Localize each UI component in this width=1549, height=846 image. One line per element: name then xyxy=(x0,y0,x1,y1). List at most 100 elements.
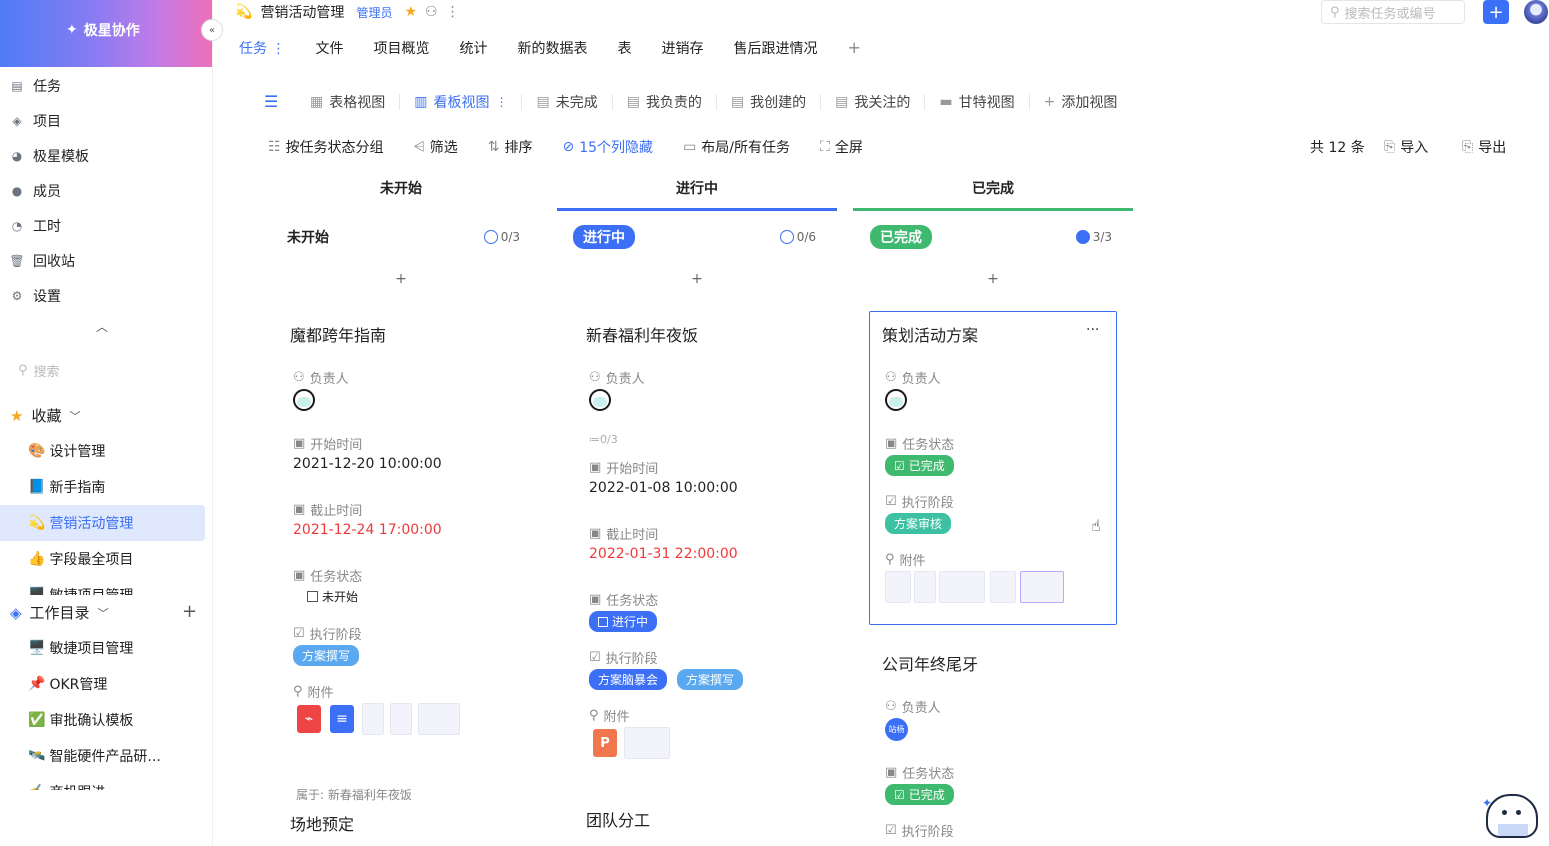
view-gantt[interactable]: ▬ 甘特视图 xyxy=(925,94,1030,111)
group-by-button[interactable]: ☷ 按任务状态分组 xyxy=(268,137,384,157)
owner-avatar[interactable] xyxy=(589,389,611,411)
members-icon[interactable]: ⚇ xyxy=(425,4,438,20)
column-header-doing[interactable]: 进行中 xyxy=(557,178,837,198)
layout-button[interactable]: ▭ 布局/所有任务 xyxy=(683,137,790,157)
card-title[interactable]: 新春福利年夜饭 xyxy=(586,322,698,346)
help-mascot-icon[interactable] xyxy=(1486,794,1538,838)
sidebar-item-templates[interactable]: ◕ 极星模板 xyxy=(10,146,89,166)
view-my-followed[interactable]: ▤ 我关注的 xyxy=(821,94,926,111)
stage-tag[interactable]: 方案审核 xyxy=(885,513,952,534)
owner-avatar[interactable]: 站杨 xyxy=(885,718,908,741)
project-title[interactable]: 营销活动管理 xyxy=(260,2,344,22)
attachment-thumbnail[interactable] xyxy=(885,571,911,603)
card-title[interactable]: 魔都跨年指南 xyxy=(290,322,386,346)
due-date[interactable]: 2021-12-24 17:00:00 xyxy=(293,522,442,538)
sidebar-item-worktime[interactable]: ◔ 工时 xyxy=(10,216,61,236)
app-logo[interactable]: ✦ 极星协作 xyxy=(66,20,140,40)
favorite-item-design[interactable]: 🎨 设计管理 xyxy=(28,441,105,461)
task-search-input[interactable]: ⚲ 搜索任务或编号 xyxy=(1321,0,1465,24)
sidebar-item-projects[interactable]: ◈ 项目 xyxy=(10,111,61,131)
favorite-item-marketing[interactable]: 💫 营销活动管理 xyxy=(0,505,205,541)
view-incomplete[interactable]: ▤ 未完成 xyxy=(522,94,613,111)
tab-stats[interactable]: 统计 xyxy=(459,38,487,58)
view-my-owned[interactable]: ▤ 我负责的 xyxy=(613,94,717,111)
card-title[interactable]: 团队分工 xyxy=(586,807,650,831)
attachment-thumbnail[interactable] xyxy=(418,703,460,735)
hidden-columns-button[interactable]: ⊘ 15个列隐藏 xyxy=(563,137,654,157)
tab-table[interactable]: 表 xyxy=(617,38,631,58)
tab-after-sales[interactable]: 售后跟进情况 xyxy=(733,38,817,58)
status-tag[interactable]: 进行中 xyxy=(589,611,658,632)
card-more-button[interactable]: ··· xyxy=(1086,322,1099,338)
tab-new-table[interactable]: 新的数据表 xyxy=(517,38,587,58)
add-card-todo[interactable]: + xyxy=(261,271,541,287)
add-tab-button[interactable]: + xyxy=(847,38,860,58)
view-table[interactable]: ▦ 表格视图 xyxy=(296,94,401,111)
column-header-todo[interactable]: 未开始 xyxy=(261,178,541,198)
favorite-item-agile[interactable]: 🖥️敏捷项目管理 xyxy=(28,585,133,595)
sidebar-item-members[interactable]: ● 成员 xyxy=(10,181,61,201)
ppt-file-icon[interactable]: P xyxy=(593,729,617,757)
favorites-section-toggle[interactable]: ★ 收藏 ﹀ xyxy=(10,405,80,426)
owner-avatar[interactable] xyxy=(885,389,907,411)
add-card-doing[interactable]: + xyxy=(557,271,837,287)
sidebar-item-settings[interactable]: ⚙ 设置 xyxy=(10,286,61,306)
add-workdir-button[interactable]: + xyxy=(182,601,197,622)
status-tag[interactable]: ☑ 已完成 xyxy=(885,455,954,476)
stage-tag[interactable]: 方案脑暴会 xyxy=(589,669,668,690)
sidebar-item-trash[interactable]: 🗑 回收站 xyxy=(9,251,75,271)
favorite-star-icon[interactable]: ★ xyxy=(404,4,417,20)
filter-button[interactable]: ⩤ 筛选 xyxy=(414,137,458,157)
tab-inventory[interactable]: 进销存 xyxy=(661,38,703,58)
due-date[interactable]: 2022-01-31 22:00:00 xyxy=(589,546,738,562)
sidebar-item-tasks[interactable]: ▤ 任务 xyxy=(10,76,61,96)
favorite-item-guide[interactable]: 📘 新手指南 xyxy=(28,477,105,497)
collapse-nav-icon[interactable]: ︿ xyxy=(96,318,108,335)
workdir-item-leads[interactable]: ✍️商机跟进 xyxy=(28,782,105,790)
attachment-thumbnail[interactable] xyxy=(939,571,985,603)
view-list-toggle-icon[interactable]: ☰ xyxy=(264,92,278,111)
create-button[interactable]: + xyxy=(1483,0,1509,24)
column-header-done[interactable]: 已完成 xyxy=(853,178,1133,198)
add-card-done[interactable]: + xyxy=(853,271,1133,287)
subtask-count[interactable]: ≔0/3 xyxy=(589,433,618,446)
status-value[interactable]: 未开始 xyxy=(307,588,358,605)
stage-tag[interactable]: 方案撰写 xyxy=(677,669,744,690)
user-avatar[interactable] xyxy=(1524,0,1548,24)
card-title[interactable]: 策划活动方案 xyxy=(882,322,978,346)
sidebar-search[interactable]: ⚲ 搜索 xyxy=(18,361,60,380)
tab-files[interactable]: 文件 xyxy=(315,38,343,58)
attachment-thumbnail[interactable] xyxy=(362,703,384,735)
attachment-thumbnail[interactable] xyxy=(390,703,412,735)
tab-tasks[interactable]: 任务 ⋮ xyxy=(239,38,285,58)
fullscreen-button[interactable]: ⛶ 全屏 xyxy=(820,137,863,157)
workdir-section-toggle[interactable]: ◈ 工作目录 ﹀ xyxy=(10,602,109,623)
view-my-created[interactable]: ▤ 我创建的 xyxy=(717,94,822,111)
start-date[interactable]: 2021-12-20 10:00:00 xyxy=(293,456,442,472)
owner-avatar[interactable] xyxy=(293,389,315,411)
start-date[interactable]: 2022-01-08 10:00:00 xyxy=(589,480,738,496)
card-title[interactable]: 场地预定 xyxy=(290,811,354,835)
workdir-item-okr[interactable]: 📌 OKR管理 xyxy=(28,674,107,694)
attachment-thumbnail[interactable] xyxy=(914,571,936,603)
view-kanban[interactable]: ▥ 看板视图 ⋮ xyxy=(400,94,523,111)
import-button[interactable]: ⎘ 导入 xyxy=(1384,137,1428,157)
add-view-button[interactable]: + 添加视图 xyxy=(1030,94,1132,111)
pdf-file-icon[interactable]: ⌁ xyxy=(297,705,321,733)
card-title[interactable]: 公司年终尾牙 xyxy=(882,651,978,675)
favorite-item-fields[interactable]: 👍 字段最全项目 xyxy=(28,549,133,569)
status-tag[interactable]: ☑ 已完成 xyxy=(885,784,954,805)
view-more-icon[interactable]: ⋮ xyxy=(495,95,507,109)
attachment-thumbnail[interactable] xyxy=(624,727,670,759)
workdir-item-approval[interactable]: ✅ 审批确认模板 xyxy=(28,710,133,730)
more-vertical-icon[interactable]: ⋮ xyxy=(446,4,460,20)
stage-tag[interactable]: 方案撰写 xyxy=(293,645,360,666)
workdir-item-agile[interactable]: 🖥️ 敏捷项目管理 xyxy=(28,638,133,658)
attachment-thumbnail[interactable] xyxy=(1020,571,1064,603)
tab-overview[interactable]: 项目概览 xyxy=(373,38,429,58)
doc-file-icon[interactable]: ≡ xyxy=(330,705,354,733)
export-button[interactable]: ⎘ 导出 xyxy=(1462,137,1506,157)
tab-more-icon[interactable]: ⋮ xyxy=(271,41,285,57)
sort-button[interactable]: ⇅ 排序 xyxy=(488,137,533,157)
workdir-item-hardware[interactable]: 🛰️ 智能硬件产品研... xyxy=(28,746,161,766)
